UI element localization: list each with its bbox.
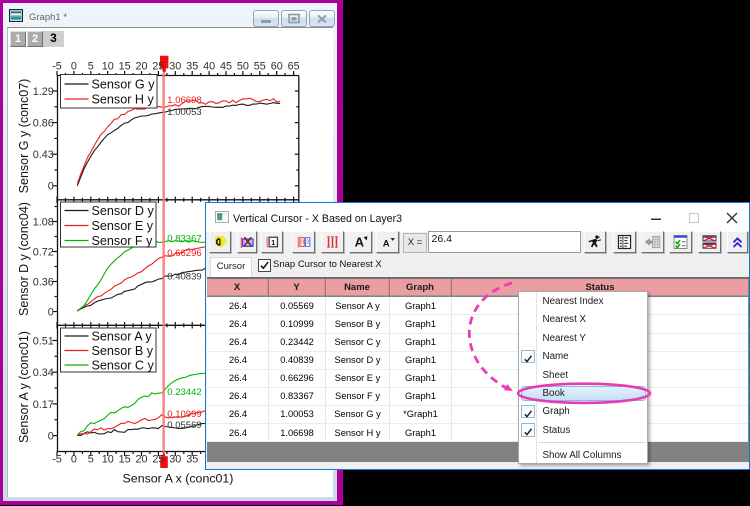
svg-text:0.23442: 0.23442 [167, 387, 201, 398]
svg-text:0.34: 0.34 [33, 367, 54, 379]
svg-text:Sensor A y (conc01): Sensor A y (conc01) [17, 331, 31, 443]
svg-text:10: 10 [102, 61, 114, 73]
svg-text:5: 5 [88, 454, 94, 466]
svg-text:35: 35 [186, 454, 198, 466]
svg-text:Sensor F y: Sensor F y [92, 234, 154, 248]
svg-text:15: 15 [119, 61, 131, 73]
svg-text:60: 60 [271, 61, 283, 73]
svg-text:20: 20 [135, 454, 147, 466]
svg-text:0: 0 [48, 431, 54, 443]
svg-text:30: 30 [169, 61, 181, 73]
svg-text:1.06698: 1.06698 [167, 95, 201, 106]
svg-text:5: 5 [88, 61, 94, 73]
svg-text:Sensor G y: Sensor G y [92, 78, 156, 92]
svg-text:35: 35 [186, 61, 198, 73]
svg-text:1.29: 1.29 [33, 86, 54, 98]
svg-text:Sensor B y: Sensor B y [92, 344, 154, 358]
svg-text:-5: -5 [52, 454, 62, 466]
svg-text:25: 25 [152, 61, 164, 73]
svg-text:0.72: 0.72 [33, 246, 54, 258]
svg-text:1.08: 1.08 [33, 216, 54, 228]
svg-text:0.17: 0.17 [33, 399, 54, 411]
svg-text:1.00053: 1.00053 [167, 107, 201, 118]
svg-text:0: 0 [71, 454, 77, 466]
svg-text:65: 65 [288, 61, 300, 73]
svg-text:Sensor D y: Sensor D y [92, 204, 155, 218]
svg-text:Sensor A x (conc01): Sensor A x (conc01) [123, 472, 234, 486]
svg-text:0.83367: 0.83367 [167, 234, 201, 245]
svg-text:0.51: 0.51 [33, 335, 54, 347]
svg-text:Sensor C y: Sensor C y [92, 359, 155, 373]
svg-text:0: 0 [48, 181, 54, 193]
svg-text:A: A [355, 235, 365, 250]
svg-text:0.43: 0.43 [33, 149, 54, 161]
svg-text:45: 45 [220, 61, 232, 73]
svg-text:Sensor D y (conc04): Sensor D y (conc04) [17, 202, 31, 316]
svg-text:Sensor H y: Sensor H y [92, 93, 155, 107]
svg-text:50: 50 [237, 61, 249, 73]
svg-text:30: 30 [169, 454, 181, 466]
svg-text:0.36: 0.36 [33, 276, 54, 288]
svg-text:Sensor E y: Sensor E y [92, 219, 154, 233]
svg-text:0: 0 [48, 306, 54, 318]
svg-text:15: 15 [119, 454, 131, 466]
svg-text:20: 20 [135, 61, 147, 73]
svg-text:1: 1 [271, 238, 275, 247]
svg-text:55: 55 [254, 61, 266, 73]
svg-text:-5: -5 [52, 61, 62, 73]
svg-text:10: 10 [102, 454, 114, 466]
svg-text:Sensor G y (conc07): Sensor G y (conc07) [17, 79, 31, 194]
svg-text:40: 40 [203, 61, 215, 73]
svg-text:Sensor A y: Sensor A y [92, 330, 153, 344]
svg-text:0.66296: 0.66296 [167, 248, 201, 259]
svg-text:A: A [383, 238, 390, 249]
svg-text:0.05569: 0.05569 [167, 420, 201, 431]
svg-text:0.10999: 0.10999 [167, 409, 201, 420]
svg-text:0: 0 [71, 61, 77, 73]
svg-text:0.40839: 0.40839 [167, 272, 201, 283]
svg-text:25: 25 [152, 454, 164, 466]
svg-text:0.86: 0.86 [33, 118, 54, 130]
